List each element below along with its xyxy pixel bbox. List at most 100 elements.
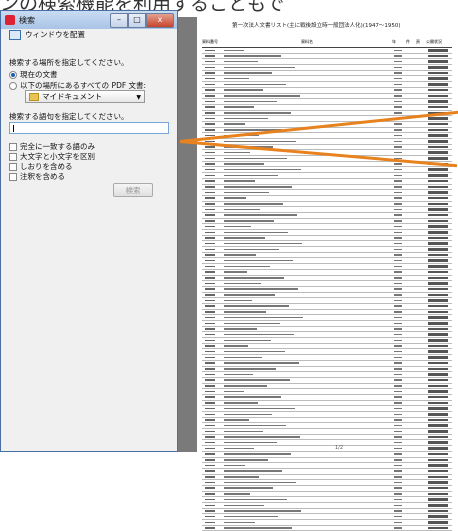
row-status-mark	[428, 447, 448, 450]
row-year-mark	[394, 305, 402, 307]
row-status-mark	[428, 122, 448, 126]
row-id-mark	[205, 49, 215, 51]
row-year-mark	[394, 89, 402, 91]
location-dropdown[interactable]: マイドキュメント ▼	[25, 90, 145, 103]
row-name-mark	[224, 373, 253, 376]
row-id-mark	[205, 362, 215, 364]
row-status-mark	[428, 430, 448, 433]
row-name-mark	[224, 220, 274, 222]
row-year-mark	[394, 459, 402, 461]
row-id-mark	[205, 174, 215, 177]
row-year-mark	[394, 277, 402, 279]
row-status-mark	[428, 117, 448, 120]
row-status-mark	[428, 401, 448, 405]
row-year-mark	[394, 140, 402, 142]
row-year-mark	[394, 481, 402, 484]
row-status-mark	[428, 458, 448, 461]
row-status-mark	[428, 242, 448, 245]
row-year-mark	[394, 316, 402, 319]
table-header-cell: 件	[406, 39, 410, 44]
term-prompt: 検索する語句を指定してください。	[9, 112, 129, 121]
row-status-mark	[428, 185, 448, 188]
row-name-mark	[224, 95, 300, 97]
row-year-mark	[394, 402, 402, 404]
row-status-mark	[428, 395, 448, 399]
row-status-mark	[428, 265, 448, 268]
row-year-mark	[394, 106, 402, 108]
row-year-mark	[394, 208, 402, 211]
row-year-mark	[394, 214, 402, 216]
row-id-mark	[205, 265, 215, 268]
row-year-mark	[394, 322, 402, 324]
row-year-mark	[394, 237, 402, 239]
row-status-mark	[428, 486, 448, 490]
option-current-document[interactable]: 現在の文書	[9, 69, 58, 80]
row-name-mark	[224, 379, 290, 381]
checkbox-include-bookmarks[interactable]	[9, 163, 17, 171]
row-name-mark	[224, 214, 297, 216]
row-status-mark	[428, 105, 448, 109]
row-status-mark	[428, 322, 448, 325]
row-status-mark	[428, 225, 448, 228]
search-input[interactable]	[9, 122, 169, 134]
row-year-mark	[394, 220, 402, 222]
maximize-button[interactable]: □	[128, 13, 146, 28]
row-id-mark	[205, 407, 215, 410]
row-status-mark	[428, 521, 448, 524]
row-name-mark	[224, 123, 245, 125]
row-name-mark	[224, 197, 246, 199]
row-id-mark	[205, 447, 215, 450]
row-id-mark	[205, 180, 215, 182]
radio-current[interactable]	[9, 71, 17, 79]
row-status-mark	[428, 219, 448, 223]
row-id-mark	[205, 521, 215, 524]
row-name-mark	[224, 259, 293, 262]
row-year-mark	[394, 368, 402, 370]
row-id-mark	[205, 72, 215, 74]
row-year-mark	[394, 100, 402, 103]
row-id-mark	[205, 151, 215, 154]
row-id-mark	[205, 396, 215, 398]
row-status-mark	[428, 452, 448, 456]
row-year-mark	[394, 521, 402, 524]
row-id-mark	[205, 214, 215, 216]
row-name-mark	[224, 390, 244, 393]
row-status-mark	[428, 208, 448, 211]
row-name-mark	[224, 49, 244, 51]
checkbox-include-comments[interactable]	[9, 173, 17, 181]
close-button[interactable]: x	[146, 13, 174, 28]
checkbox-whole-words[interactable]	[9, 143, 17, 151]
search-button[interactable]: 検索	[113, 183, 153, 197]
row-name-mark	[224, 436, 300, 438]
row-name-mark	[224, 254, 256, 256]
row-id-mark	[205, 197, 215, 199]
row-name-mark	[224, 510, 301, 512]
row-id-mark	[205, 220, 215, 222]
row-name-mark	[224, 265, 270, 268]
row-year-mark	[394, 487, 402, 489]
row-id-mark	[205, 186, 215, 188]
row-name-mark	[224, 459, 268, 461]
dialog-titlebar[interactable]: 検索 – □ x	[1, 11, 177, 29]
row-year-mark	[394, 345, 402, 347]
row-year-mark	[394, 174, 402, 177]
row-name-mark	[224, 527, 292, 529]
row-name-mark	[224, 333, 294, 336]
option-include-comments[interactable]: 注釈を含める	[9, 171, 65, 182]
row-id-mark	[205, 339, 215, 342]
row-name-mark	[224, 350, 285, 353]
minimize-button[interactable]: –	[110, 13, 128, 28]
row-status-mark	[428, 54, 448, 58]
row-name-mark	[224, 72, 272, 74]
arrange-windows-button[interactable]: ウィンドウを配置	[9, 29, 85, 40]
row-status-mark	[428, 196, 448, 200]
row-status-mark	[428, 293, 448, 297]
row-id-mark	[205, 203, 215, 205]
radio-all-pdf[interactable]	[9, 82, 17, 90]
row-status-mark	[428, 179, 448, 183]
row-name-mark	[224, 174, 278, 177]
checkbox-case-sensitive[interactable]	[9, 153, 17, 161]
row-name-mark	[224, 402, 258, 404]
row-id-mark	[205, 441, 215, 444]
row-status-mark	[428, 333, 448, 336]
